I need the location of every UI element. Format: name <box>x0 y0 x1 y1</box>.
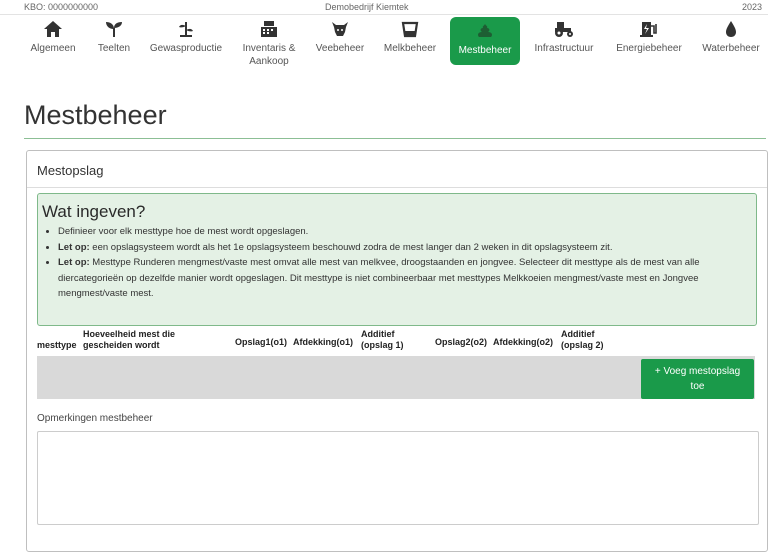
page-title: Mestbeheer <box>24 100 167 130</box>
nav-label: Inventaris & Aankoop <box>242 43 296 67</box>
nav-label: Mestbeheer <box>458 45 512 56</box>
water-drop-icon <box>719 19 743 39</box>
column-header-opslag1: Opslag1(o1) <box>235 337 288 347</box>
nav-label: Waterbeheer <box>702 43 760 54</box>
info-item: Definieer voor elk mesttype hoe de mest … <box>58 224 748 240</box>
nav-label: Melkbeheer <box>383 43 437 54</box>
tractor-icon <box>552 19 576 39</box>
year-selector[interactable]: 2023 <box>742 2 762 12</box>
plant-icon <box>174 19 198 39</box>
top-info-bar: KBO: 0000000000 Demobedrijf Kiemtek 2023 <box>0 0 768 15</box>
kbo-number: KBO: 0000000000 <box>24 2 99 12</box>
table-empty-row: + Voeg mestopslag toe <box>37 356 755 399</box>
nav-item-algemeen[interactable]: Algemeen <box>22 19 84 69</box>
nav-item-teelten[interactable]: Teelten <box>92 19 136 69</box>
nav-item-waterbeheer[interactable]: Waterbeheer <box>698 19 764 69</box>
nav-label: Energiebeheer <box>616 43 682 54</box>
info-box: Wat ingeven? Definieer voor elk mesttype… <box>37 193 757 326</box>
cow-icon <box>328 19 352 39</box>
table-header: mesttype Hoeveelheid mest die gescheiden… <box>37 329 755 357</box>
card-header: Mestopslag <box>27 151 767 188</box>
nav-item-inventaris[interactable]: Inventaris & Aankoop <box>236 19 302 69</box>
add-mestopslag-button[interactable]: + Voeg mestopslag toe <box>641 359 754 399</box>
column-header-additief2: Additief (opslag 2) <box>561 329 604 350</box>
cash-register-icon <box>257 19 281 39</box>
column-header-afdekking1: Afdekking(o1) <box>293 337 354 347</box>
company-name[interactable]: Demobedrijf Kiemtek <box>325 2 409 12</box>
sprout-icon <box>102 19 126 39</box>
main-navigation: Algemeen Teelten Gewasproductie Inventar… <box>0 15 768 85</box>
nav-label: Teelten <box>97 43 131 54</box>
remarks-textarea[interactable] <box>37 431 759 525</box>
nav-item-energiebeheer[interactable]: Energiebeheer <box>608 19 690 69</box>
column-header-additief1: Additief (opslag 1) <box>361 329 404 350</box>
title-divider <box>24 138 766 139</box>
card-title: Mestopslag <box>37 163 104 178</box>
nav-label: Algemeen <box>30 43 76 54</box>
info-item: Let op: een opslagsysteem wordt als het … <box>58 240 748 256</box>
nav-item-infrastructuur[interactable]: Infrastructuur <box>528 19 600 69</box>
nav-item-veebeheer[interactable]: Veebeheer <box>310 19 370 69</box>
nav-item-mestbeheer[interactable]: Mestbeheer <box>450 17 520 65</box>
nav-label: Gewasproductie <box>149 43 223 54</box>
remarks-label: Opmerkingen mestbeheer <box>37 413 153 424</box>
nav-label: Veebeheer <box>315 43 365 54</box>
nav-item-gewasproductie[interactable]: Gewasproductie <box>144 19 228 69</box>
nav-item-melkbeheer[interactable]: Melkbeheer <box>378 19 442 69</box>
info-list: Definieer voor elk mesttype hoe de mest … <box>42 224 748 302</box>
nav-label: Infrastructuur <box>534 43 594 54</box>
bucket-icon <box>398 19 422 39</box>
column-header-mesttype: mesttype <box>37 340 77 350</box>
mestopslag-card: Mestopslag Wat ingeven? Definieer voor e… <box>26 150 768 552</box>
column-header-hoeveelheid: Hoeveelheid mest die gescheiden wordt <box>83 329 176 350</box>
column-header-opslag2: Opslag2(o2) <box>435 337 488 347</box>
home-icon <box>41 19 65 39</box>
info-item: Let op: Mesttype Runderen mengmest/vaste… <box>58 255 748 302</box>
column-header-afdekking2: Afdekking(o2) <box>493 337 554 347</box>
charging-station-icon <box>637 19 661 39</box>
manure-icon <box>473 21 497 41</box>
info-title: Wat ingeven? <box>42 202 146 221</box>
